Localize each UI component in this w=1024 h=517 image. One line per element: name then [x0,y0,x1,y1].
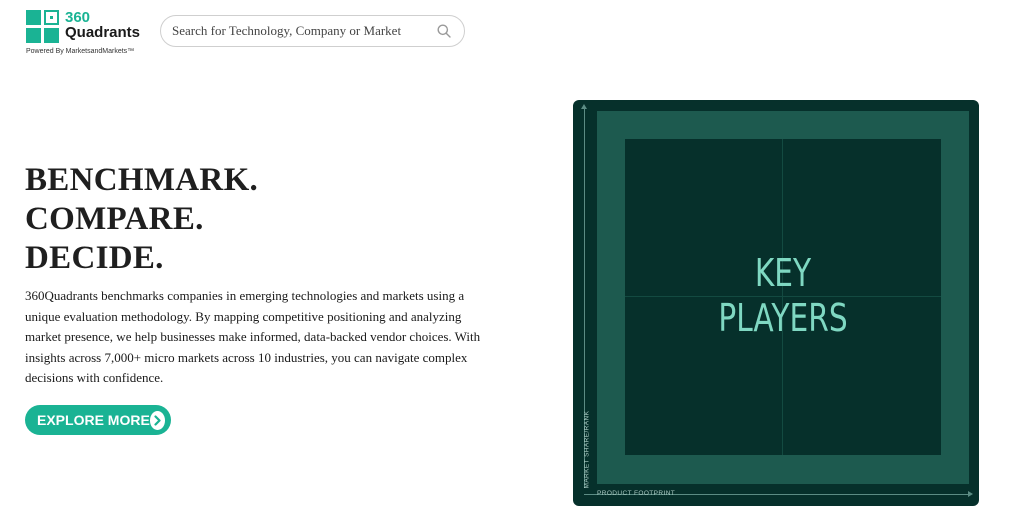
quadrant-panel: KEY PLAYERS MARKET SHARE/RANK PRODUCT FO… [573,100,979,506]
powered-by-text: Powered By MarketsandMarkets™ [26,48,135,55]
quadrant-grid: KEY PLAYERS [625,139,941,455]
headline-line-benchmark: BENCHMARK. [25,162,259,198]
explore-more-button[interactable]: EXPLORE MORE [25,405,171,435]
y-axis-label: MARKET SHARE/RANK [583,410,591,489]
hero-headline: BENCHMARK. COMPARE. DECIDE. [25,161,258,278]
logo-wordmark: 360 Quadrants [65,10,140,40]
key-players-line-1: KEY [754,251,812,295]
logo-squares-icon [26,10,59,43]
page: 360 Quadrants Powered By MarketsandMarke… [0,0,1024,517]
chevron-right-icon [149,410,165,430]
explore-more-label: EXPLORE MORE [37,412,150,428]
x-axis-label: PRODUCT FOOTPRINT [597,490,676,497]
headline-line-compare: COMPARE. [25,201,204,237]
key-players-line-2: PLAYERS [718,296,848,340]
logo-line-2: Quadrants [65,24,141,41]
hero-description: 360Quadrants benchmarks companies in eme… [25,288,481,385]
headline-line-decide: DECIDE. [25,240,164,276]
search-input[interactable] [172,23,436,39]
site-logo[interactable]: 360 Quadrants [26,10,140,43]
logo-line-1: 360 [65,9,91,26]
search-icon[interactable] [436,23,452,39]
search-bar[interactable] [160,15,465,47]
key-players-title: KEY PLAYERS [660,251,906,341]
